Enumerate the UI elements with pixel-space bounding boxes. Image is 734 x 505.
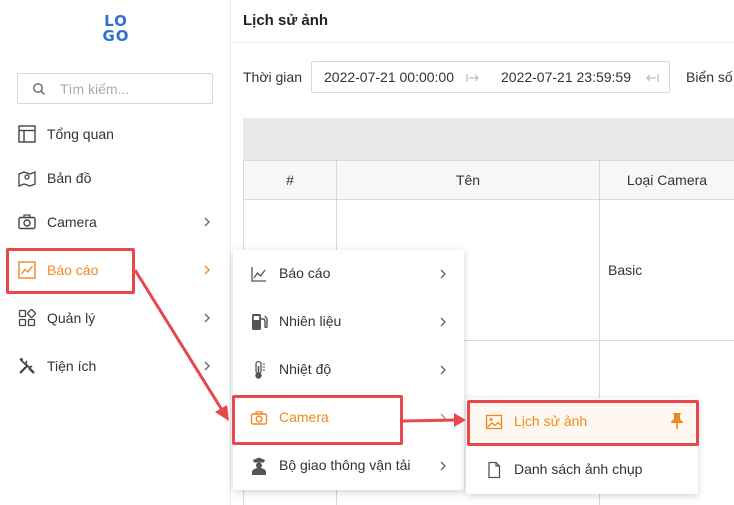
officer-icon — [252, 457, 266, 475]
camera-icon — [18, 214, 36, 230]
highlight-box-camera — [232, 395, 403, 445]
submenu-item-label: Nhiên liệu — [279, 313, 342, 329]
submenu-item-photo-list[interactable]: Danh sách ảnh chụp — [466, 446, 698, 494]
chevron-right-icon — [204, 361, 210, 371]
logo-line-2: GO — [102, 27, 130, 45]
sidebar-item-camera[interactable]: Camera — [0, 200, 231, 244]
arrow-left-icon — [646, 74, 659, 82]
date-range-picker[interactable]: 2022-07-21 00:00:00 2022-07-21 23:59:59 — [311, 61, 670, 93]
fuel-pump-icon — [252, 314, 268, 330]
highlight-box-reports — [6, 248, 135, 294]
submenu-item-fuel[interactable]: Nhiên liệu — [233, 298, 464, 346]
search-input[interactable] — [60, 80, 200, 97]
thermometer-icon — [255, 360, 265, 379]
sidebar-item-label: Quản lý — [47, 310, 96, 326]
apps-icon — [18, 309, 36, 327]
submenu-item-label: Bộ giao thông vận tải — [279, 457, 411, 473]
page-title: Lịch sử ảnh — [243, 12, 329, 29]
sidebar-item-label: Camera — [47, 214, 97, 230]
app-root: LO GO Tổng quan Bản đồ — [0, 0, 734, 505]
chevron-right-icon — [440, 461, 446, 471]
column-header-index[interactable]: # — [244, 160, 337, 200]
sidebar-item-map[interactable]: Bản đồ — [0, 156, 231, 200]
sidebar-search — [17, 73, 213, 104]
chevron-right-icon — [204, 265, 210, 275]
chevron-right-icon — [440, 269, 446, 279]
sidebar-item-utilities[interactable]: Tiện ích — [0, 344, 231, 388]
table-cell-camera-type: Basic — [608, 262, 643, 278]
sidebar-item-label: Bản đồ — [47, 170, 92, 186]
sidebar-item-label: Tiện ích — [47, 358, 97, 374]
arrow-right-icon — [466, 74, 479, 82]
header-divider — [231, 42, 734, 43]
table-toolbar — [243, 118, 734, 160]
chevron-right-icon — [440, 365, 446, 375]
time-filter-label: Thời gian — [243, 69, 302, 85]
chevron-right-icon — [440, 317, 446, 327]
column-header-name[interactable]: Tên — [337, 160, 600, 200]
tools-icon — [19, 358, 35, 374]
sidebar-item-overview[interactable]: Tổng quan — [0, 112, 231, 156]
submenu-item-temperature[interactable]: Nhiệt độ — [233, 346, 464, 394]
sidebar-item-label: Tổng quan — [47, 126, 114, 142]
report-submenu: Báo cáo Nhiên liệu Nhiệt độ Camera Bộ gi… — [233, 250, 464, 490]
start-date[interactable]: 2022-07-21 00:00:00 — [324, 69, 454, 85]
end-date[interactable]: 2022-07-21 23:59:59 — [501, 69, 631, 85]
submenu-item-transport-ministry[interactable]: Bộ giao thông vận tải — [233, 442, 464, 490]
chevron-right-icon — [204, 313, 210, 323]
chevron-right-icon — [204, 217, 210, 227]
logo[interactable]: LO GO — [101, 14, 131, 46]
search-icon — [33, 82, 45, 95]
sidebar-item-management[interactable]: Quản lý — [0, 296, 231, 340]
layout-icon — [18, 125, 36, 143]
chart-line-icon — [251, 267, 266, 282]
map-icon — [18, 171, 36, 187]
submenu-item-label: Danh sách ảnh chụp — [514, 461, 643, 477]
column-header-camera-type[interactable]: Loại Camera — [600, 160, 734, 200]
file-icon — [488, 461, 501, 479]
highlight-box-photo-history — [467, 400, 699, 446]
submenu-item-label: Báo cáo — [279, 265, 331, 281]
submenu-item-label: Nhiệt độ — [279, 361, 332, 377]
submenu-item-report[interactable]: Báo cáo — [233, 250, 464, 298]
plate-filter-label: Biển số — [686, 69, 733, 85]
chevron-right-icon — [440, 413, 446, 423]
